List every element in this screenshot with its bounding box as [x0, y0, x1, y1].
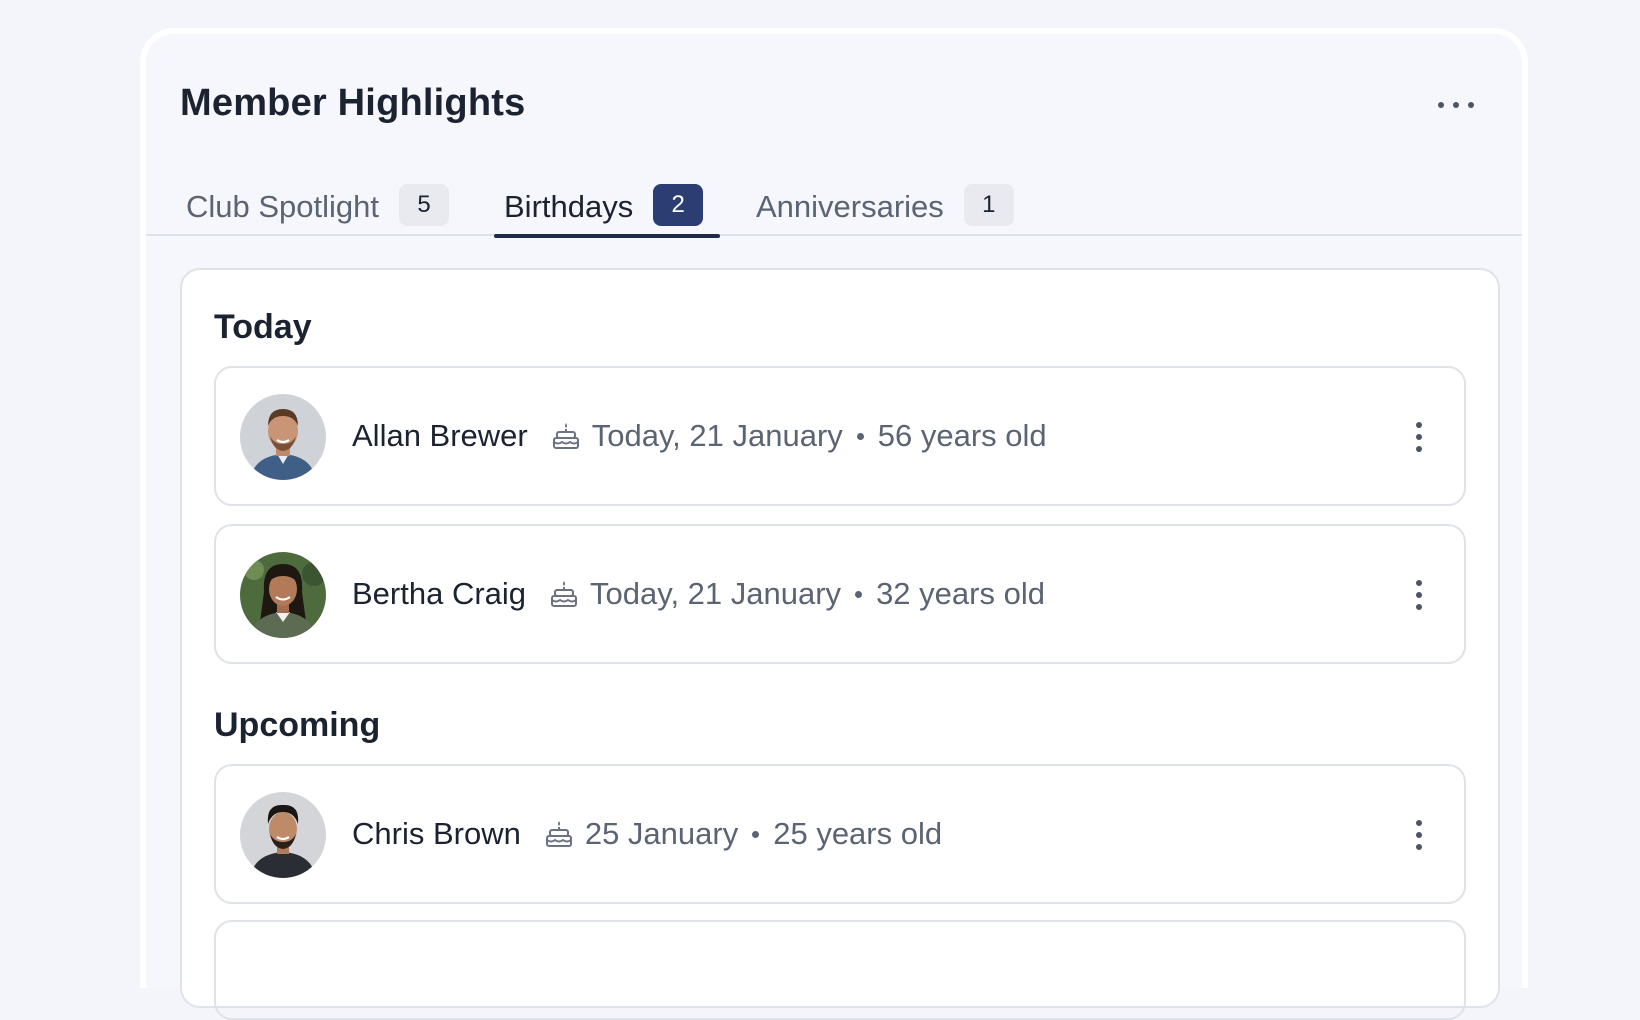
- card-title: Member Highlights: [180, 82, 526, 124]
- more-vertical-icon[interactable]: [1414, 820, 1424, 850]
- cake-icon: [550, 420, 582, 452]
- more-dot: [1468, 102, 1474, 108]
- birthday-date: 25 January: [584, 816, 739, 851]
- tab-birthdays[interactable]: Birthdays 2: [494, 164, 720, 238]
- avatar: [240, 792, 326, 878]
- birthday-date: Today, 21 January: [591, 418, 843, 453]
- more-dot: [1438, 102, 1444, 108]
- more-vertical-icon[interactable]: [1414, 580, 1424, 610]
- member-age: 25 years old: [773, 816, 943, 851]
- member-age: 56 years old: [877, 418, 1047, 453]
- more-dot: [1416, 446, 1422, 452]
- section-title-upcoming: Upcoming: [214, 706, 381, 744]
- birthdays-panel: Today Allan Brewer Today, 21 January 56 …: [180, 268, 1500, 1020]
- active-tab-indicator: [494, 234, 720, 238]
- more-dot: [1416, 820, 1422, 826]
- more-dot: [1416, 422, 1422, 428]
- avatar: [240, 394, 326, 480]
- member-info: Bertha Craig Today, 21 January 32 years …: [352, 526, 1045, 662]
- separator-dot: [752, 830, 760, 838]
- avatar: [240, 552, 326, 638]
- tab-count-badge: 5: [399, 184, 450, 226]
- tab-label: Anniversaries: [756, 189, 944, 224]
- section-title-today: Today: [214, 308, 312, 346]
- more-dot: [1416, 604, 1422, 610]
- member-card[interactable]: Allan Brewer Today, 21 January 56 years …: [214, 366, 1466, 506]
- more-dot: [1416, 832, 1422, 838]
- tab-anniversaries[interactable]: Anniversaries 1: [756, 164, 1036, 236]
- more-dot: [1416, 434, 1422, 440]
- birthday-date: Today, 21 January: [590, 576, 842, 611]
- member-name: Chris Brown: [352, 816, 521, 851]
- tab-label: Birthdays: [504, 189, 634, 224]
- avatar-image: [240, 552, 326, 638]
- member-name: Bertha Craig: [352, 576, 527, 611]
- tab-count-badge: 1: [963, 184, 1014, 226]
- member-info: Chris Brown 25 January 25 years old: [352, 766, 942, 902]
- member-info: Allan Brewer Today, 21 January 56 years …: [352, 368, 1047, 504]
- member-age: 32 years old: [876, 576, 1045, 611]
- separator-dot: [856, 432, 864, 440]
- more-vertical-icon[interactable]: [1414, 422, 1424, 452]
- cake-icon: [548, 578, 580, 610]
- cake-icon: [543, 818, 575, 850]
- member-card-partial[interactable]: [214, 920, 1466, 1020]
- more-dot: [1453, 102, 1459, 108]
- tab-bar: Club Spotlight 5 Birthdays 2 Anniversari…: [146, 164, 1522, 238]
- more-dot: [1416, 592, 1422, 598]
- avatar-image: [240, 394, 326, 480]
- member-name: Allan Brewer: [352, 418, 528, 453]
- more-dot: [1416, 844, 1422, 850]
- avatar-image: [240, 792, 326, 878]
- separator-dot: [855, 590, 863, 598]
- tab-label: Club Spotlight: [186, 189, 380, 224]
- member-card[interactable]: Bertha Craig Today, 21 January 32 years …: [214, 524, 1466, 664]
- member-card[interactable]: Chris Brown 25 January 25 years old: [214, 764, 1466, 904]
- tab-club-spotlight[interactable]: Club Spotlight 5: [186, 164, 476, 236]
- more-options-icon[interactable]: [1438, 98, 1474, 112]
- card-header: Member Highlights Club Spotlight 5 Birth…: [146, 34, 1522, 238]
- tab-count-badge: 2: [653, 184, 704, 226]
- member-highlights-card: Member Highlights Club Spotlight 5 Birth…: [140, 28, 1528, 1020]
- more-dot: [1416, 580, 1422, 586]
